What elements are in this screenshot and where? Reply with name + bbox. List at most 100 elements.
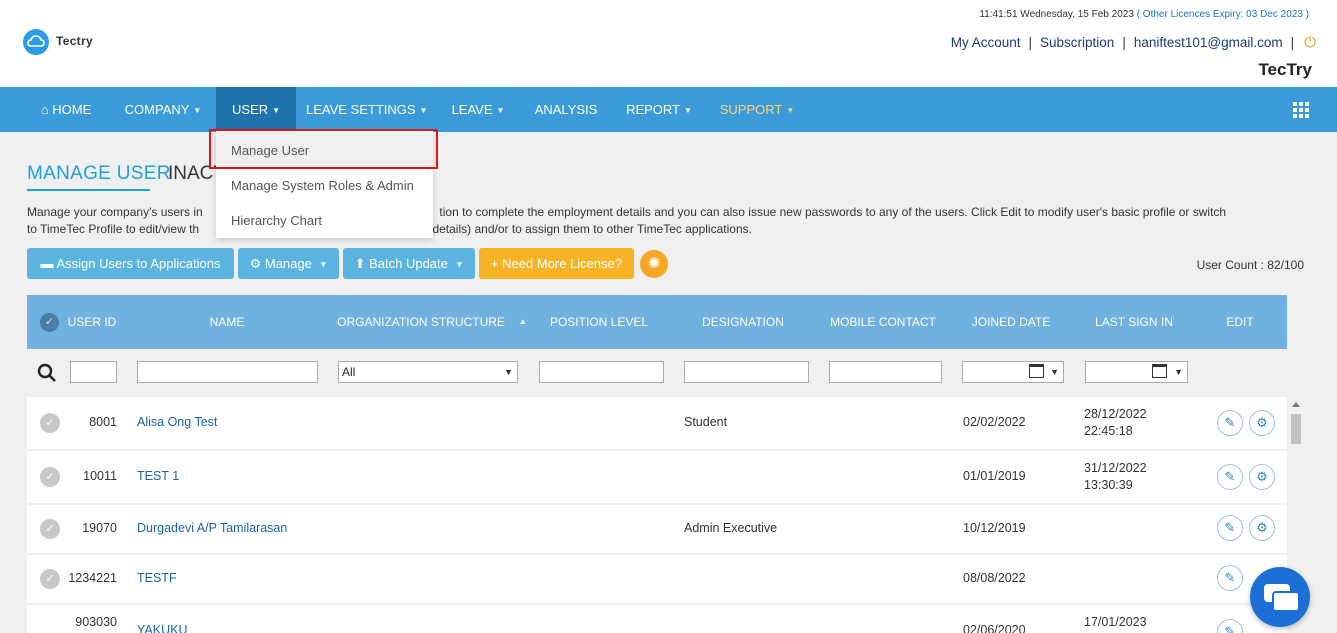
edit-button[interactable]: ✎ <box>1217 565 1243 591</box>
top-header: Tectry 11:41:51 Wednesday, 15 Feb 2023 (… <box>0 0 1337 87</box>
name-link[interactable]: Durgadevi A/P Tamilarasan <box>137 521 287 535</box>
last-sign-date: 17/01/2023 <box>1084 615 1147 629</box>
company-name: TecTry <box>1258 60 1312 79</box>
select-all-checkbox[interactable]: ✓ <box>40 313 59 332</box>
settings-button[interactable]: ⚙ <box>1249 515 1275 541</box>
user-id-cell: 8001 <box>89 415 117 429</box>
edit-button[interactable]: ✎ <box>1217 515 1243 541</box>
edit-button[interactable]: ✎ <box>1217 410 1243 436</box>
datetime-text: 11:41:51 Wednesday, 15 Feb 2023 <box>979 9 1134 20</box>
menu-item-hierarchy-chart[interactable]: Hierarchy Chart <box>216 203 433 238</box>
table-row[interactable]: ✓ 10011 TEST 1 01/01/2019 31/12/2022 13:… <box>27 451 1287 503</box>
settings-button[interactable]: ⚙ <box>1249 410 1275 436</box>
cloud-logo-icon[interactable] <box>23 29 49 55</box>
name-filter-input[interactable] <box>137 361 318 383</box>
nav-leave[interactable]: LEAVE ▼ <box>446 87 510 132</box>
nav-company[interactable]: COMPANY ▼ <box>119 87 207 132</box>
caret-down-icon: ▼ <box>684 106 692 115</box>
mobile-filter-input[interactable] <box>829 361 942 383</box>
nav-analysis[interactable]: ANALYSIS <box>529 87 603 132</box>
calendar-icon[interactable] <box>1029 364 1044 378</box>
nav-report[interactable]: REPORT ▼ <box>621 87 697 132</box>
my-account-link[interactable]: My Account <box>951 35 1021 50</box>
table-row[interactable]: ✓ 19070 Durgadevi A/P Tamilarasan Admin … <box>27 505 1287 553</box>
name-link[interactable]: Alisa Ong Test <box>137 415 217 429</box>
menu-item-system-roles[interactable]: Manage System Roles & Admin <box>216 168 433 203</box>
nav-user[interactable]: USER ▼ <box>216 87 296 132</box>
need-license-button[interactable]: + Need More License? <box>479 248 634 279</box>
position-level-filter-input[interactable] <box>539 361 664 383</box>
tab-manage-user[interactable]: MANAGE USER <box>27 163 171 185</box>
row-checkbox[interactable]: ✓ <box>40 413 60 433</box>
chat-support-button[interactable] <box>1250 567 1310 627</box>
last-sign-date: 31/12/2022 <box>1084 461 1147 475</box>
col-designation[interactable]: DESIGNATION <box>683 295 803 349</box>
nav-leave-settings[interactable]: LEAVE SETTINGS ▼ <box>306 87 428 132</box>
col-user-id[interactable]: USER ID <box>67 295 117 349</box>
col-mobile-contact[interactable]: MOBILE CONTACT <box>823 295 943 349</box>
last-sign-time: 22:45:18 <box>1084 424 1133 438</box>
scroll-up-arrow-icon[interactable] <box>1292 402 1300 407</box>
designation-cell: Student <box>684 415 728 429</box>
col-org-structure[interactable]: ORGANIZATION STRUCTURE ▲ <box>337 295 527 349</box>
col-position-level[interactable]: POSITION LEVEL <box>539 295 659 349</box>
pencil-icon: ✎ <box>1224 469 1236 484</box>
name-link[interactable]: TESTF <box>137 571 177 585</box>
scrollbar-thumb[interactable] <box>1291 414 1301 444</box>
power-icon[interactable]: ⏻ <box>1304 34 1316 51</box>
nav-home[interactable]: ⌂ HOME <box>27 87 105 132</box>
highlight-box <box>209 129 438 169</box>
batch-update-button[interactable]: ⬆ Batch Update ▼ <box>343 248 475 279</box>
subscription-link[interactable]: Subscription <box>1040 35 1114 50</box>
row-checkbox[interactable]: ✓ <box>40 519 60 539</box>
lightbulb-icon[interactable]: ✺ <box>640 250 668 278</box>
row-checkbox[interactable]: ✓ <box>40 569 60 589</box>
licence-expiry-text[interactable]: ( Other Licences Expiry: 03 Dec 2023 ) <box>1137 9 1309 20</box>
button-label: Batch Update <box>369 256 448 271</box>
chat-bubble-icon <box>1272 591 1300 612</box>
calendar-icon[interactable] <box>1152 364 1167 378</box>
manage-button[interactable]: ⚙ Manage ▼ <box>238 248 339 279</box>
caret-down-icon: ▼ <box>193 106 202 115</box>
table-row[interactable]: ✓ 1234221 TESTF 08/08/2022 ✎ <box>27 555 1287 603</box>
joined-date-cell: 10/12/2019 <box>963 521 1026 535</box>
last-sign-in-filter[interactable]: ▼ <box>1085 361 1188 383</box>
caret-down-icon: ▼ <box>496 106 505 115</box>
settings-button[interactable]: ⚙ <box>1249 464 1275 490</box>
nav-label: LEAVE SETTINGS <box>306 102 416 117</box>
joined-date-cell: 02/02/2022 <box>963 415 1026 429</box>
assign-users-button[interactable]: ▬ Assign Users to Applications <box>27 248 234 279</box>
joined-date-cell: 08/08/2022 <box>963 571 1026 585</box>
logo-text[interactable]: Tectry <box>56 34 93 48</box>
column-label: ORGANIZATION STRUCTURE <box>337 315 505 329</box>
caret-down-icon: ▼ <box>272 106 281 115</box>
nav-label: ANALYSIS <box>534 102 598 117</box>
table-row[interactable]: ✓ 8001 Alisa Ong Test Student 02/02/2022… <box>27 397 1287 449</box>
separator: | <box>1028 35 1033 50</box>
edit-button[interactable]: ✎ <box>1217 619 1243 633</box>
nav-label: REPORT <box>626 102 680 117</box>
select-value: All <box>342 365 356 379</box>
search-icon[interactable] <box>37 363 57 383</box>
edit-button[interactable]: ✎ <box>1217 464 1243 490</box>
org-structure-select[interactable]: All ▼ <box>338 361 518 383</box>
joined-date-filter[interactable]: ▼ <box>962 361 1064 383</box>
upload-icon: ⬆ <box>354 256 366 271</box>
col-joined-date[interactable]: JOINED DATE <box>963 295 1059 349</box>
row-checkbox[interactable]: ✓ <box>40 467 60 487</box>
name-link[interactable]: YAKUKU <box>137 623 187 633</box>
caret-down-icon: ▼ <box>1050 367 1059 377</box>
user-email-link[interactable]: haniftest101@gmail.com <box>1134 35 1283 50</box>
designation-filter-input[interactable] <box>684 361 809 383</box>
main-nav: ⌂ HOME COMPANY ▼ USER ▼ LEAVE SETTINGS ▼ LE… <box>0 87 1337 132</box>
table-row[interactable]: 903030 YAKUKU 02/06/2020 17/01/2023 ✎ <box>27 605 1287 633</box>
user-id-filter-input[interactable] <box>70 361 117 383</box>
apps-grid-icon[interactable] <box>1293 102 1309 118</box>
nav-support[interactable]: SUPPORT ▼ <box>715 87 799 132</box>
name-link[interactable]: TEST 1 <box>137 469 179 483</box>
button-label: Need More License? <box>502 256 623 271</box>
pencil-icon: ✎ <box>1224 415 1236 430</box>
col-last-sign-in[interactable]: LAST SIGN IN <box>1085 295 1183 349</box>
caret-down-icon: ▼ <box>455 260 464 269</box>
col-name[interactable]: NAME <box>137 295 317 349</box>
